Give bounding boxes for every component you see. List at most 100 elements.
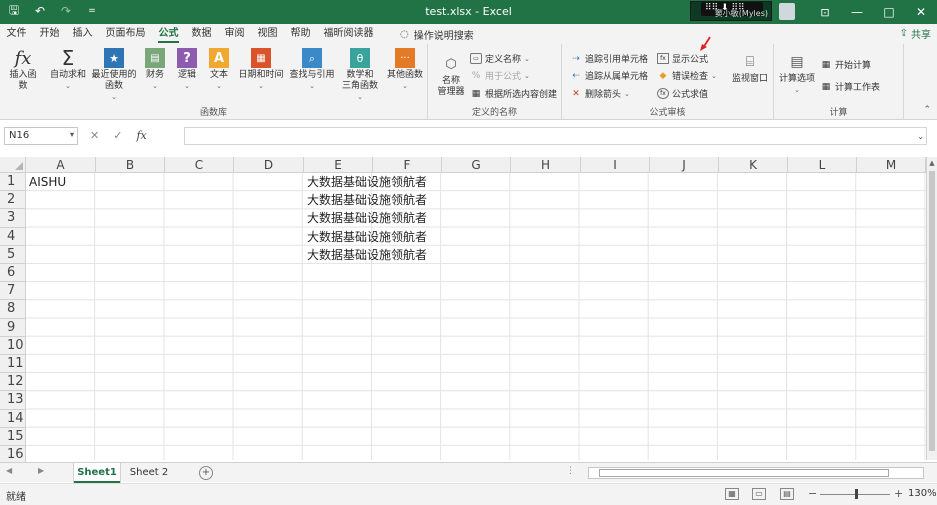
close-button[interactable]: ✕: [905, 0, 937, 24]
row-header[interactable]: 2: [0, 191, 26, 210]
cell-e2[interactable]: 大数据基础设施领航者: [307, 191, 427, 209]
next-sheet-icon[interactable]: ▶: [38, 466, 44, 475]
page-break-view-icon[interactable]: ▤: [780, 488, 794, 500]
scroll-up-icon[interactable]: ▲: [928, 159, 936, 167]
math-trig-button[interactable]: θ 数学和 三角函数 ⌄: [338, 48, 382, 103]
column-header[interactable]: D: [234, 157, 304, 173]
define-name-button[interactable]: ▭ 定义名称 ⌄: [470, 52, 530, 65]
calculation-options-button[interactable]: ▤ 计算选项 ⌄: [778, 52, 816, 96]
column-header[interactable]: I: [581, 157, 650, 173]
formula-input[interactable]: ⌄: [184, 127, 927, 145]
sheet-tab-sheet1[interactable]: Sheet1: [74, 463, 120, 483]
name-manager-button[interactable]: ⬡ 名称 管理器: [434, 54, 468, 98]
row-header[interactable]: 12: [0, 373, 26, 392]
zoom-level[interactable]: 130%: [908, 488, 937, 499]
cell-e5[interactable]: 大数据基础设施领航者: [307, 246, 427, 264]
share-button[interactable]: ⇪ 共享: [900, 26, 931, 41]
page-layout-view-icon[interactable]: ▭: [752, 488, 766, 500]
prev-sheet-icon[interactable]: ◀: [6, 466, 12, 475]
horizontal-scrollbar[interactable]: [588, 467, 924, 479]
cell-e4[interactable]: 大数据基础设施领航者: [307, 228, 427, 246]
calculate-sheet-button[interactable]: ▦ 计算工作表: [820, 80, 880, 94]
insert-function-icon[interactable]: fx: [136, 129, 146, 142]
watch-window-button[interactable]: ⌸ 监视窗口: [730, 52, 770, 85]
lookup-reference-button[interactable]: ⌕ 查找与引用 ⌄: [288, 48, 336, 92]
row-header[interactable]: 13: [0, 391, 26, 410]
cancel-entry-icon[interactable]: ✕: [90, 129, 99, 142]
zoom-slider-thumb[interactable]: [855, 489, 858, 499]
column-header[interactable]: J: [650, 157, 719, 173]
column-header[interactable]: B: [96, 157, 165, 173]
cell-a1[interactable]: AISHU: [29, 173, 66, 191]
tab-foxit-reader[interactable]: 福昕阅读器: [317, 24, 380, 44]
trace-precedents-button[interactable]: ⇢ 追踪引用单元格: [570, 52, 648, 66]
tab-data[interactable]: 数据: [185, 24, 218, 44]
normal-view-icon[interactable]: ▦: [725, 488, 739, 500]
save-icon[interactable]: 🖫: [6, 3, 22, 19]
row-header[interactable]: 5: [0, 245, 26, 264]
vertical-scrollbar[interactable]: ▲: [926, 157, 937, 460]
text-button[interactable]: A 文本 ⌄: [206, 48, 232, 92]
add-sheet-button[interactable]: +: [199, 466, 213, 480]
date-time-button[interactable]: ▦ 日期和时间 ⌄: [236, 48, 286, 92]
horizontal-scroll-thumb[interactable]: [599, 469, 889, 477]
column-header[interactable]: M: [857, 157, 926, 173]
tab-review[interactable]: 审阅: [218, 24, 251, 44]
row-header[interactable]: 9: [0, 318, 26, 337]
row-header[interactable]: 1: [0, 173, 26, 192]
row-header[interactable]: 14: [0, 409, 26, 428]
row-header[interactable]: 3: [0, 209, 26, 228]
use-in-formula-button[interactable]: % 用于公式 ⌄: [470, 69, 530, 83]
row-header[interactable]: 8: [0, 300, 26, 319]
row-header[interactable]: 10: [0, 336, 26, 355]
tab-insert[interactable]: 插入: [66, 24, 99, 44]
tab-view[interactable]: 视图: [251, 24, 284, 44]
remove-arrows-button[interactable]: ✕ 删除箭头 ⌄: [570, 87, 630, 101]
worksheet-grid[interactable]: ABCDEFGHIJKLM 1 2 3 4 5 6 7 8 9 10 11 12 13 14 15 16 AI…: [0, 157, 937, 465]
logical-button[interactable]: ? 逻辑 ⌄: [174, 48, 200, 92]
undo-icon[interactable]: ↶: [32, 3, 48, 19]
column-header[interactable]: A: [26, 157, 96, 173]
column-header[interactable]: K: [719, 157, 788, 173]
error-checking-button[interactable]: ◆ 错误检查 ⌄: [657, 69, 717, 83]
tab-help[interactable]: 帮助: [284, 24, 317, 44]
minimize-button[interactable]: —: [841, 0, 873, 24]
zoom-in-button[interactable]: +: [894, 487, 903, 500]
show-formulas-button[interactable]: fx 显示公式: [657, 52, 708, 65]
tab-split-handle[interactable]: ⋮: [566, 466, 575, 476]
column-header[interactable]: G: [442, 157, 511, 173]
column-header[interactable]: E: [304, 157, 373, 173]
row-header[interactable]: 6: [0, 264, 26, 283]
avatar[interactable]: [779, 3, 795, 20]
confirm-entry-icon[interactable]: ✓: [113, 129, 122, 142]
row-header[interactable]: 11: [0, 355, 26, 374]
autosum-button[interactable]: Σ 自动求和 ⌄: [48, 48, 88, 92]
trace-dependents-button[interactable]: ⇠ 追踪从属单元格: [570, 69, 648, 83]
sheet-tab-sheet2[interactable]: Sheet 2: [126, 463, 172, 483]
row-header[interactable]: 15: [0, 427, 26, 446]
tab-page-layout[interactable]: 页面布局: [99, 24, 152, 44]
name-box-dropdown-icon[interactable]: ▾: [70, 130, 74, 139]
zoom-out-button[interactable]: −: [808, 487, 817, 500]
column-header[interactable]: C: [165, 157, 234, 173]
redo-icon[interactable]: ↷: [58, 3, 74, 19]
name-box[interactable]: N16 ▾: [4, 127, 78, 145]
cell-e3[interactable]: 大数据基础设施领航者: [307, 209, 427, 227]
create-from-selection-button[interactable]: ▦ 根据所选内容创建: [470, 87, 557, 101]
tell-me-search[interactable]: ◌ 操作说明搜索: [400, 27, 474, 42]
cell-area[interactable]: [26, 173, 926, 460]
insert-function-button[interactable]: fx 插入函数: [6, 48, 40, 92]
tab-formulas[interactable]: 公式: [152, 24, 185, 44]
column-header[interactable]: F: [373, 157, 442, 173]
select-all-button[interactable]: [0, 157, 26, 173]
collapse-ribbon-icon[interactable]: ⌃: [923, 105, 931, 115]
maximize-button[interactable]: □: [873, 0, 905, 24]
tab-file[interactable]: 文件: [0, 24, 33, 44]
tab-home[interactable]: 开始: [33, 24, 66, 44]
ribbon-display-options-icon[interactable]: ⊡: [809, 0, 841, 24]
row-header[interactable]: 4: [0, 227, 26, 246]
evaluate-formula-button[interactable]: fx 公式求值: [657, 87, 708, 100]
vertical-scroll-thumb[interactable]: [929, 171, 935, 451]
calculate-now-button[interactable]: ▦ 开始计算: [820, 58, 871, 72]
financial-button[interactable]: ▤ 财务 ⌄: [142, 48, 168, 92]
